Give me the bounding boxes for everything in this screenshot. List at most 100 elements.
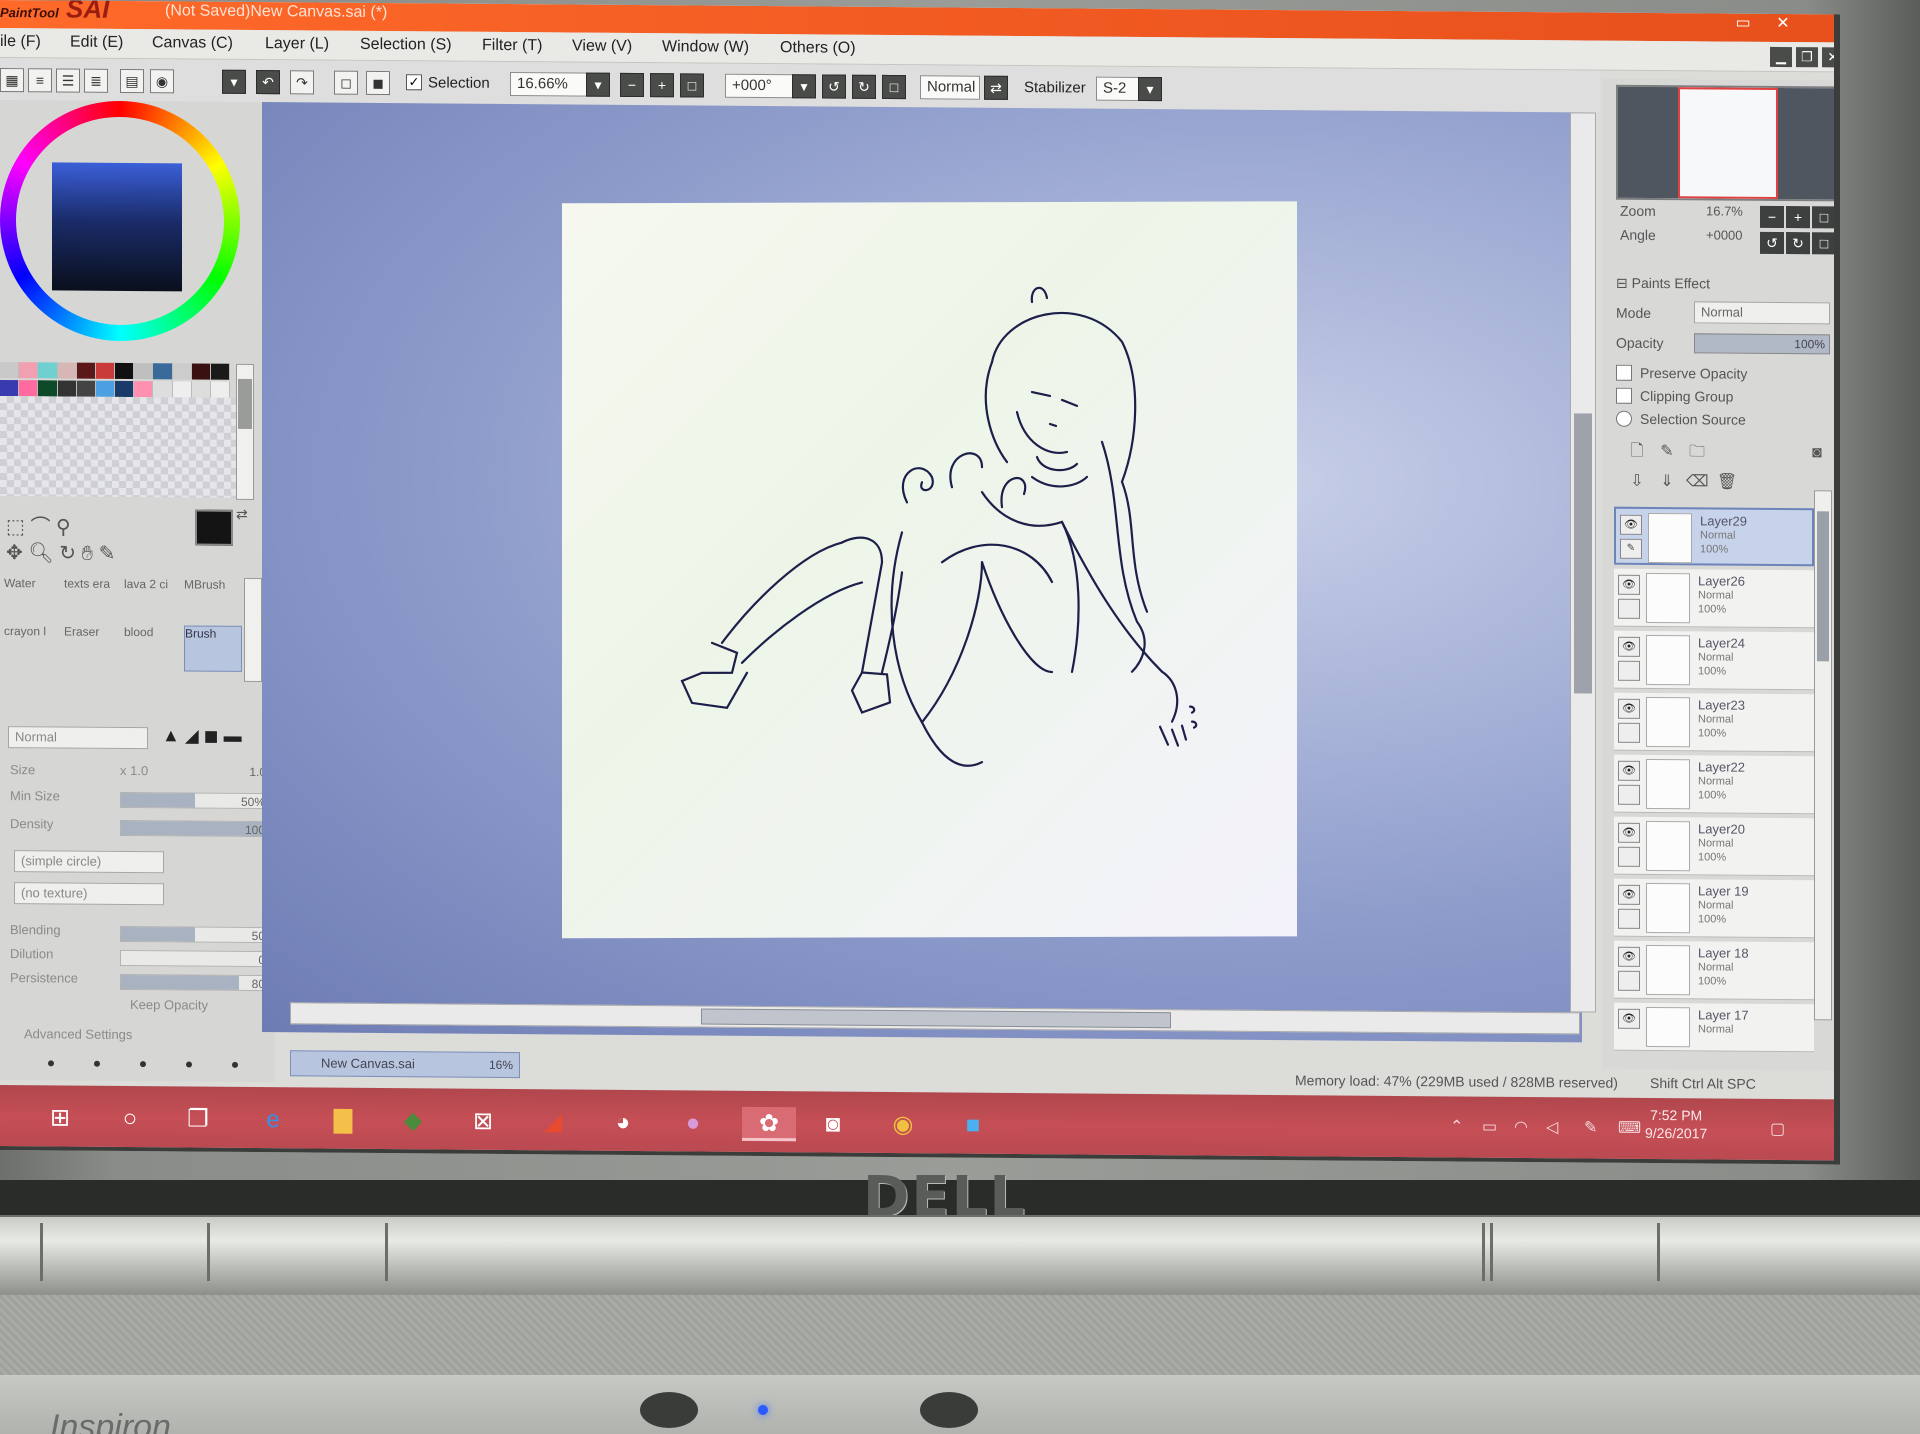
brush-dot-2[interactable] [94,1060,100,1067]
view-mode-1-icon[interactable]: ▦ [0,68,24,93]
lock-icon[interactable] [1618,784,1640,805]
lock-icon[interactable] [1618,598,1640,619]
blending-row[interactable]: Blending 50 [10,922,270,946]
navigator-view-frame[interactable] [1678,87,1778,199]
eye-icon[interactable]: 👁︎ [1618,574,1640,595]
app-blue-icon[interactable]: ■ [955,1109,991,1143]
app-red-icon[interactable]: ◢ [535,1105,571,1139]
marquee-icon[interactable]: ⬚ [6,516,25,538]
nav-zoom-in-icon[interactable]: + [1786,206,1810,229]
lock-icon[interactable] [1618,660,1640,681]
layer-list-scrollbar[interactable] [1814,490,1832,1021]
preserve-opacity-checkbox[interactable] [1616,364,1632,381]
drawing-canvas[interactable] [562,201,1297,939]
foreground-color-swatch[interactable] [195,509,233,546]
nav-rotate-left-icon[interactable]: ↺ [1760,231,1784,255]
stabilizer-field[interactable]: S-2 [1096,76,1140,101]
file-explorer-icon[interactable]: ▇ [325,1104,361,1138]
layer-row[interactable]: 👁︎ Layer20 Normal 100% [1614,816,1814,877]
eye-icon[interactable]: 👁︎ [1618,822,1640,843]
zoom-tool-icon[interactable]: 🔍︎ [28,542,53,564]
brush-blood[interactable]: blood [124,625,182,671]
eye-icon[interactable]: 👁︎ [1618,698,1640,719]
swatch-empty-area[interactable] [0,396,236,498]
brush-dot-3[interactable] [140,1061,146,1068]
brush-scrollbar[interactable] [244,577,262,683]
store-icon[interactable]: ⊠ [465,1105,501,1139]
collapse-icon[interactable]: ⊟ [1616,275,1628,291]
menu-edit[interactable]: Edit (E) [70,34,123,52]
swatch-row-1[interactable] [0,362,231,380]
redo-icon[interactable]: ↷ [290,70,314,95]
invert-selection-icon[interactable]: ◼ [366,70,390,96]
brush-shape-dropdown[interactable]: (simple circle) [14,850,164,874]
deselect-icon[interactable]: ◻ [334,70,358,95]
persistence-row[interactable]: Persistence 80 [10,970,270,994]
canvas-hscroll-thumb[interactable] [701,1008,1171,1029]
angle-field[interactable]: +000° [725,73,797,99]
brush-crayon[interactable]: crayon l [4,624,62,670]
layer-row[interactable]: 👁︎ Layer 17 Normal [1614,1002,1814,1053]
size-row[interactable]: Size x 1.0 1.0 [10,762,270,786]
eye-icon[interactable]: 👁︎ [1618,884,1640,905]
menu-others[interactable]: Others (O) [780,39,856,58]
menu-layer[interactable]: Layer (L) [265,35,329,54]
chrome-icon[interactable]: ◉ [885,1108,921,1142]
lock-icon[interactable] [1618,722,1640,743]
dilution-row[interactable]: Dilution 0 [10,946,270,970]
brush-dot-4[interactable] [186,1061,192,1068]
view-mode-6-icon[interactable]: ◉ [150,69,174,94]
brush-brush-active[interactable]: Brush [184,625,242,672]
zoom-reset-icon[interactable]: □ [680,73,704,98]
tray-volume-icon[interactable]: ◁ [1546,1117,1558,1137]
tray-keyboard-icon[interactable]: ⌨ [1618,1118,1641,1138]
eye-icon[interactable]: 👁︎ [1618,760,1640,781]
lock-icon[interactable] [1618,970,1640,991]
brush-mbrush[interactable]: MBrush [184,577,242,623]
minecraft-icon[interactable]: ◆ [395,1104,431,1138]
brush-texture-dropdown[interactable]: (no texture) [14,882,164,906]
brush-dot-1[interactable] [48,1060,54,1067]
layer-mode-dropdown[interactable]: Normal [1694,301,1830,325]
layer-row[interactable]: 👁︎ Layer 18 Normal 100% [1614,940,1814,1001]
zoom-field[interactable]: 16.66% [510,72,592,97]
swap-colors-icon[interactable]: ⇄ [236,506,248,523]
move-icon[interactable]: ✥ [6,542,23,564]
brush-lava[interactable]: lava 2 ci [124,577,182,623]
rotate-tool-icon[interactable]: ↻ [59,542,76,564]
brush-dot-5[interactable] [232,1061,238,1068]
layer-row[interactable]: 👁︎ Layer 19 Normal 100% [1614,878,1814,939]
mdi-close-icon[interactable]: ✕ [1822,47,1840,68]
magic-wand-icon[interactable]: ⚲ [56,516,71,538]
layer-row[interactable]: 👁︎ Layer23 Normal 100% [1614,692,1814,753]
nav-rotate-right-icon[interactable]: ↻ [1786,232,1810,255]
menu-selection[interactable]: Selection (S) [360,36,452,55]
edge-icon[interactable]: e [255,1103,291,1137]
dropdown-arrow-icon[interactable]: ▾ [222,69,246,94]
view-mode-3-icon[interactable]: ☰ [56,68,80,93]
new-layer-icon[interactable]: 🗋 [1626,441,1648,463]
eye-icon[interactable]: 👁︎ [1618,946,1640,967]
navigator-preview[interactable] [1616,84,1840,202]
tray-wifi-icon[interactable]: ◠ [1514,1117,1528,1137]
layer-settings-icon[interactable]: ◙ [1806,442,1828,464]
photos-icon[interactable]: ◙ [815,1107,851,1141]
nav-rotate-reset-icon[interactable]: □ [1812,232,1836,255]
min-size-row[interactable]: Min Size 50% [10,788,270,812]
mdi-minimize-icon[interactable]: ▁ [1770,46,1792,68]
app-penguin-icon[interactable]: ◕ [605,1106,641,1140]
brush-texts-era[interactable]: texts era [64,577,122,623]
merge-down-icon[interactable]: ⇓ [1656,471,1678,493]
clear-layer-icon[interactable]: ⌫ [1686,471,1709,493]
layer-row[interactable]: 👁︎ Layer22 Normal 100% [1614,754,1814,815]
flip-icon[interactable]: ⇄ [984,75,1008,100]
new-folder-icon[interactable]: 🗀 [1686,441,1708,463]
maximize-icon[interactable]: ▭ [1730,14,1756,34]
advanced-settings-row[interactable]: Advanced Settings [24,1026,284,1050]
eye-icon[interactable]: 👁︎ [1618,636,1640,657]
brush-shape-icons[interactable]: ▲ ◢ ◼ ▬ [162,725,242,747]
hand-icon[interactable]: ✋︎ [82,543,93,565]
menu-filter[interactable]: Filter (T) [482,37,542,55]
mdi-restore-icon[interactable]: ❐ [1796,47,1818,68]
eye-icon[interactable]: 👁︎ [1618,1008,1640,1029]
